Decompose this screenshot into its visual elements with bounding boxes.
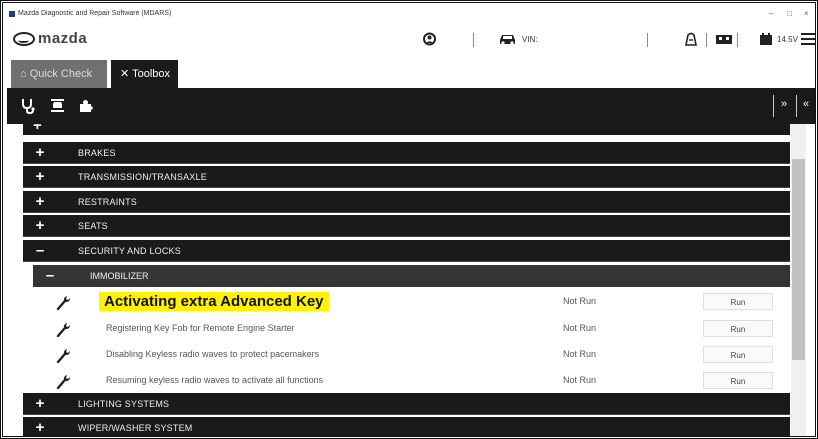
procedure-status: Not Run	[563, 375, 597, 385]
procedure-name: Registering Key Fob for Remote Engine St…	[106, 323, 295, 333]
tab-label: Toolbox	[132, 68, 170, 80]
category-label: WIPER/WASHER SYSTEM	[78, 423, 193, 433]
collapse-all-button[interactable]: »	[781, 98, 787, 110]
user-icon[interactable]	[423, 32, 436, 46]
expand-icon[interactable]: +	[33, 419, 47, 436]
puzzle-icon[interactable]	[78, 98, 93, 113]
tab-quick-check[interactable]: ⌂ Quick Check	[11, 60, 107, 88]
procedure-row[interactable]: Activating extra Advanced Key Not Run Ru…	[33, 290, 790, 313]
run-button[interactable]: Run	[703, 320, 773, 337]
procedure-name: Activating extra Advanced Key	[99, 292, 329, 311]
stethoscope-icon[interactable]	[21, 98, 35, 114]
minimize-button[interactable]: –	[769, 7, 773, 21]
app-window: Mazda Diagnostic and Repair Software (MD…	[0, 0, 818, 439]
divider	[737, 33, 738, 47]
procedure-tree: + + BRAKES + TRANSMISSION/TRANSAXLE + RE…	[7, 124, 815, 436]
wrench-icon	[56, 375, 70, 389]
collapse-icon[interactable]: –	[33, 242, 47, 259]
scrollbar-thumb[interactable]	[792, 159, 805, 360]
category-label: TRANSMISSION/TRANSAXLE	[78, 172, 207, 182]
logo-wordmark: mazda	[38, 30, 88, 48]
category-label: LIGHTING SYSTEMS	[78, 399, 170, 409]
category-label: BRAKES	[78, 148, 116, 158]
category-row-brakes[interactable]: + BRAKES	[23, 142, 790, 164]
category-row-seats[interactable]: + SEATS	[23, 215, 790, 237]
procedure-row[interactable]: Disabling Keyless radio waves to protect…	[33, 343, 790, 366]
expand-all-button[interactable]: «	[803, 98, 809, 110]
category-row-partial: +	[23, 124, 790, 135]
expand-icon[interactable]: +	[33, 395, 47, 412]
wrench-icon	[56, 323, 70, 337]
category-row-transmission[interactable]: + TRANSMISSION/TRANSAXLE	[23, 166, 790, 188]
divider	[473, 33, 474, 47]
divider	[796, 95, 797, 117]
voltage-readout: 14.5V	[777, 35, 798, 44]
tab-label: Quick Check	[29, 68, 93, 80]
procedure-row[interactable]: Registering Key Fob for Remote Engine St…	[33, 317, 790, 340]
divider	[647, 33, 648, 47]
tools-icon: ✕	[120, 68, 130, 80]
category-label: SECURITY AND LOCKS	[78, 246, 181, 256]
ignition-icon	[685, 32, 697, 46]
procedure-row[interactable]: Resuming keyless radio waves to activate…	[33, 369, 790, 392]
maximize-button[interactable]: □	[787, 7, 792, 21]
vci-icon	[716, 35, 732, 44]
category-row-security-and-locks[interactable]: – SECURITY AND LOCKS	[23, 240, 790, 262]
vin-label: VIN:	[522, 35, 538, 44]
battery-icon	[760, 33, 772, 45]
procedure-status: Not Run	[563, 296, 597, 306]
collapse-icon[interactable]: –	[43, 267, 57, 284]
divider	[706, 33, 707, 47]
procedure-status: Not Run	[563, 349, 597, 359]
expand-icon[interactable]: +	[33, 217, 47, 234]
category-row-restraints[interactable]: + RESTRAINTS	[23, 191, 790, 213]
wrench-icon	[56, 296, 70, 310]
home-icon: ⌂	[20, 68, 27, 80]
subcategory-label: IMMOBILIZER	[90, 271, 149, 281]
category-label: RESTRAINTS	[78, 197, 138, 207]
expand-icon[interactable]: +	[33, 124, 42, 134]
expand-icon[interactable]: +	[33, 168, 47, 185]
expand-icon[interactable]: +	[33, 193, 47, 210]
subcategory-row-immobilizer[interactable]: – IMMOBILIZER	[33, 265, 790, 287]
run-button[interactable]: Run	[703, 293, 773, 310]
tab-toolbox[interactable]: ✕ Toolbox	[111, 60, 178, 88]
category-row-lighting-systems[interactable]: + LIGHTING SYSTEMS	[23, 393, 790, 415]
procedure-name: Resuming keyless radio waves to activate…	[106, 375, 324, 385]
category-label: SEATS	[78, 221, 108, 231]
mazda-logo: mazda	[13, 30, 87, 50]
app-icon	[9, 11, 15, 17]
close-button[interactable]: ×	[804, 7, 809, 21]
tab-bar: ⌂ Quick Check ✕ Toolbox	[7, 57, 815, 88]
car-icon	[500, 35, 515, 45]
title-bar: Mazda Diagnostic and Repair Software (MD…	[7, 7, 815, 21]
mazda-emblem-icon	[13, 31, 35, 46]
toolbox-toolbar: » «	[7, 88, 815, 124]
category-row-wiper-washer[interactable]: + WIPER/WASHER SYSTEM	[23, 417, 790, 436]
menu-icon[interactable]	[801, 30, 815, 48]
window-title: Mazda Diagnostic and Repair Software (MD…	[18, 10, 172, 17]
expand-icon[interactable]: +	[33, 144, 47, 161]
divider	[773, 95, 774, 117]
wrench-icon	[56, 349, 70, 363]
header-bar: mazda VIN: 14.5V	[7, 21, 815, 57]
procedure-status: Not Run	[563, 323, 597, 333]
procedure-name: Disabling Keyless radio waves to protect…	[106, 349, 320, 359]
run-button[interactable]: Run	[703, 372, 773, 389]
run-button[interactable]: Run	[703, 346, 773, 363]
car-lift-icon[interactable]	[50, 98, 65, 113]
